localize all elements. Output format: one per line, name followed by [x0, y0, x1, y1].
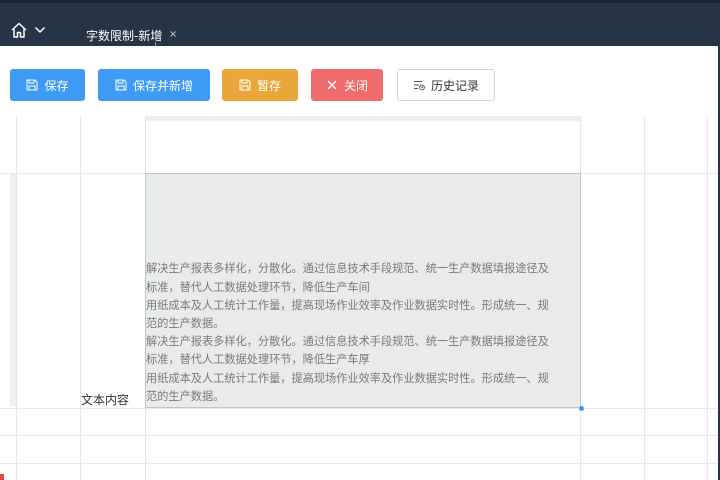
- grid-column-line: [644, 116, 645, 480]
- text-line: 用纸成本及人工统计工作量，提高现场作业效率及作业数据实时性。形成统一、规: [146, 371, 549, 385]
- save-and-new-button[interactable]: 保存并新增: [98, 69, 210, 101]
- grid-header-strip: [145, 116, 580, 121]
- history-list-icon: [413, 81, 425, 91]
- grid-row-line: [0, 435, 720, 436]
- draft-button[interactable]: 暂存: [222, 69, 298, 101]
- save-and-new-label: 保存并新增: [132, 78, 193, 93]
- text-line: 标准，替代人工数据处理环节，降低生产车间: [146, 280, 370, 294]
- form-grid: 文本内容 解决生产报表多样化，分散化。通过信息技术手段规范、统一生产数据填报途径…: [0, 116, 720, 480]
- grid-column-line: [707, 116, 708, 480]
- history-button[interactable]: 历史记录: [397, 69, 495, 101]
- draft-label: 暂存: [256, 78, 281, 93]
- save-label: 保存: [44, 78, 69, 93]
- x-icon: [327, 80, 337, 90]
- top-nav-bar: 字数限制-新增 ×: [0, 0, 720, 60]
- tab-close-icon[interactable]: ×: [169, 29, 177, 40]
- text-line: 解决生产报表多样化，分散化。通过信息技术手段规范、统一生产数据填报途径及: [146, 335, 549, 349]
- grid-column-line: [80, 116, 81, 480]
- text-line: 范的生产数据。: [146, 389, 225, 403]
- action-toolbar: 保存 保存并新增 暂存 关闭 历史记录: [0, 46, 720, 116]
- resize-handle[interactable]: [579, 406, 584, 411]
- close-button[interactable]: 关闭: [311, 69, 383, 101]
- floppy-icon: [115, 79, 127, 91]
- save-button[interactable]: 保存: [10, 69, 85, 101]
- chevron-down-icon[interactable]: [34, 25, 46, 35]
- text-content-textarea[interactable]: 解决生产报表多样化，分散化。通过信息技术手段规范、统一生产数据填报途径及 标准，…: [145, 173, 581, 408]
- floppy-icon: [26, 79, 38, 91]
- grid-row-line: [0, 408, 720, 409]
- grid-row-line: [0, 463, 720, 464]
- textarea-text: 解决生产报表多样化，分散化。通过信息技术手段规范、统一生产数据填报途径及 标准，…: [146, 260, 580, 406]
- text-line: 解决生产报表多样化，分散化。通过信息技术手段规范、统一生产数据填报途径及: [146, 262, 549, 276]
- text-line: 范的生产数据。: [146, 316, 225, 330]
- corner-marker: [0, 474, 4, 480]
- text-line: 标准，替代人工数据处理环节，降低生产车厚: [146, 353, 370, 367]
- close-label: 关闭: [343, 78, 368, 93]
- history-label: 历史记录: [430, 78, 479, 93]
- grid-column-line: [16, 116, 17, 480]
- home-icon[interactable]: [10, 21, 28, 39]
- text-line: 用纸成本及人工统计工作量，提高现场作业效率及作业数据实时性。形成统一、规: [146, 298, 549, 312]
- field-label-text-content: 文本内容: [81, 393, 130, 407]
- floppy-icon: [239, 79, 251, 91]
